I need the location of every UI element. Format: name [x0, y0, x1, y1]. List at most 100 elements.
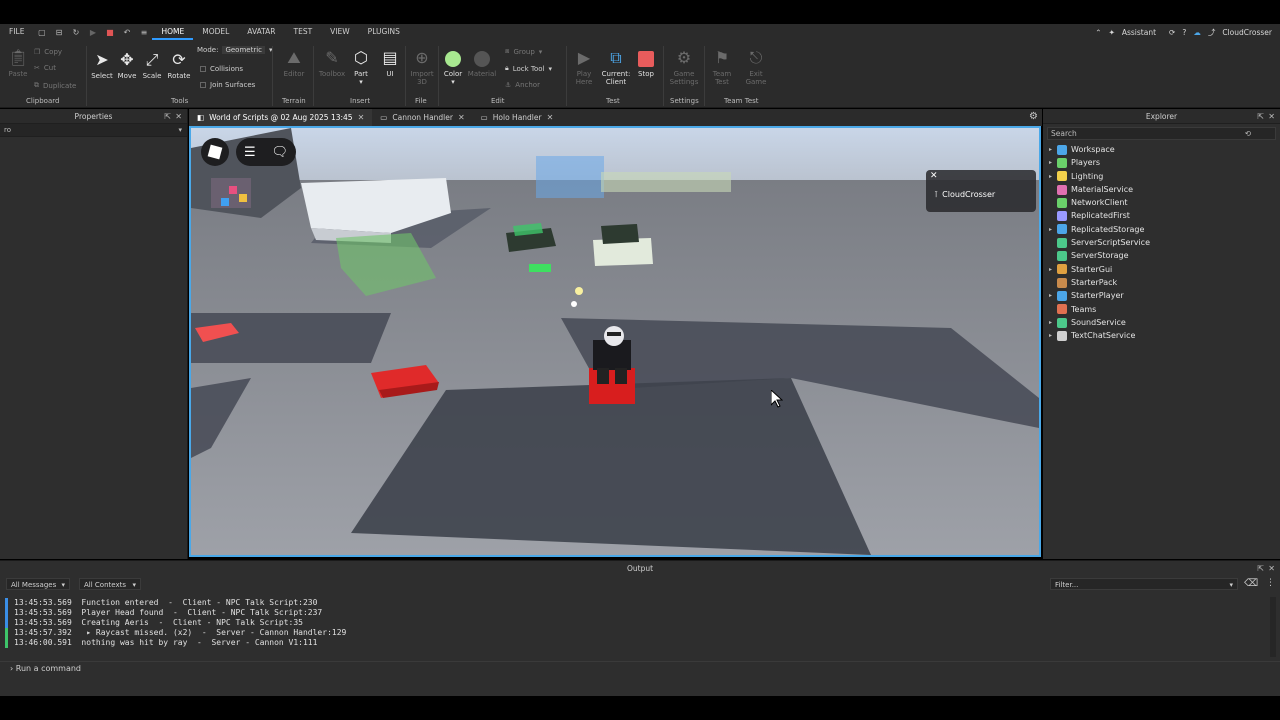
select-tool-button[interactable]: ➤ Select	[90, 50, 114, 80]
roblox-menu-button[interactable]	[201, 138, 229, 166]
anchor-button[interactable]: ⚓︎ Anchor	[505, 81, 540, 89]
close-icon[interactable]: ✕	[175, 109, 182, 124]
help-icon[interactable]: ?	[1182, 28, 1186, 37]
part-button[interactable]: ⬡ Part ▾	[349, 48, 373, 86]
close-icon[interactable]: ✕	[930, 171, 938, 181]
explorer-search-input[interactable]: Search ⟲ ⋮	[1047, 127, 1280, 140]
cloud-icon[interactable]: ☁	[1193, 28, 1201, 37]
undock-icon[interactable]: ⇱	[164, 109, 171, 124]
chevron-down-icon[interactable]: ▾	[178, 124, 182, 137]
close-icon[interactable]: ✕	[547, 109, 554, 126]
more-options-icon[interactable]: ⋮	[1266, 578, 1275, 588]
explorer-item-textchatservice[interactable]: ▸ TextChatService	[1043, 329, 1280, 342]
explorer-item-workspace[interactable]: ▸ Workspace	[1043, 143, 1280, 156]
close-icon[interactable]: ✕	[1268, 561, 1275, 576]
tab-view[interactable]: VIEW	[321, 24, 359, 40]
explorer-item-replicatedstorage[interactable]: ▸ ReplicatedStorage	[1043, 223, 1280, 236]
undo-icon[interactable]: ↶	[122, 28, 131, 37]
log-line[interactable]: 13:45:53.569 Player Head found - Client …	[14, 608, 322, 617]
play-icon[interactable]: ▶	[88, 28, 97, 37]
group-button[interactable]: ⧈ Group ▾	[505, 47, 542, 56]
file-menu[interactable]: FILE	[0, 24, 33, 40]
player-name[interactable]: CloudCrosser	[942, 190, 995, 199]
explorer-item-soundservice[interactable]: ▸ SoundService	[1043, 316, 1280, 329]
output-filter-input[interactable]: Filter... ▾	[1050, 578, 1238, 590]
expand-arrow-icon[interactable]: ▸	[1049, 329, 1057, 342]
tab-test[interactable]: TEST	[285, 24, 322, 40]
expand-arrow-icon[interactable]: ▸	[1049, 156, 1057, 169]
import-3d-button[interactable]: ⊕ Import 3D	[408, 48, 436, 86]
move-tool-button[interactable]: ✥ Move	[115, 50, 139, 80]
properties-filter-input[interactable]: ro ▾	[0, 124, 187, 137]
rotate-tool-button[interactable]: ⟳ Rotate	[166, 50, 192, 80]
explorer-item-materialservice[interactable]: MaterialService	[1043, 183, 1280, 196]
tab-plugins[interactable]: PLUGINS	[359, 24, 409, 40]
explorer-item-replicatedfirst[interactable]: ReplicatedFirst	[1043, 209, 1280, 222]
expand-arrow-icon[interactable]: ▸	[1049, 223, 1057, 236]
join-surfaces-toggle[interactable]: Join Surfaces	[200, 81, 255, 89]
contexts-filter-dropdown[interactable]: All Contexts ▾	[79, 578, 141, 590]
ui-button[interactable]: ▤ UI	[378, 48, 402, 78]
hamburger-menu-icon[interactable]: ☰	[244, 145, 256, 160]
assistant-button[interactable]: Assistant	[1122, 28, 1156, 37]
explorer-item-starterpack[interactable]: StarterPack	[1043, 276, 1280, 289]
undock-icon[interactable]: ⇱	[1257, 109, 1264, 124]
game-settings-button[interactable]: ⚙ Game Settings	[668, 48, 700, 86]
explorer-item-startergui[interactable]: ▸ StarterGui	[1043, 263, 1280, 276]
tab-avatar[interactable]: AVATAR	[238, 24, 284, 40]
duplicate-button[interactable]: ⧉ Duplicate	[34, 81, 76, 90]
3d-viewport[interactable]: ☰ 🗨︎ ✕ ⊺ CloudCrosser	[189, 126, 1041, 557]
explorer-item-networkclient[interactable]: NetworkClient	[1043, 196, 1280, 209]
share-icon[interactable]: ⤴	[1208, 27, 1216, 38]
tab-model[interactable]: MODEL	[193, 24, 238, 40]
quick-access-menu-icon[interactable]: ≡	[139, 28, 148, 37]
exit-game-button[interactable]: ⎋ Exit Game	[742, 48, 770, 86]
close-icon[interactable]: ✕	[458, 109, 465, 126]
chat-icon[interactable]: 🗨︎	[272, 145, 289, 160]
new-file-icon[interactable]: ▢	[37, 28, 46, 37]
close-icon[interactable]: ✕	[1268, 109, 1275, 124]
expand-arrow-icon[interactable]: ▸	[1049, 316, 1057, 329]
stop-icon[interactable]: ■	[105, 28, 114, 37]
lock-tool-button[interactable]: 🔒︎ Lock Tool ▾	[505, 64, 552, 73]
collapse-ribbon-icon[interactable]: ⌃	[1095, 28, 1101, 37]
current-client-button[interactable]: ⧉ Current: Client	[600, 48, 632, 86]
explorer-item-starterplayer[interactable]: ▸ StarterPlayer	[1043, 289, 1280, 302]
explorer-item-serverstorage[interactable]: ServerStorage	[1043, 249, 1280, 262]
color-button[interactable]: Color ▾	[441, 48, 465, 86]
history-icon[interactable]: ⟲	[1245, 128, 1251, 139]
team-test-button[interactable]: ⚑ Team Test	[708, 48, 736, 86]
clear-output-icon[interactable]: ⌫	[1244, 578, 1258, 589]
tab-holo-handler[interactable]: ▭ Holo Handler ✕	[473, 109, 562, 126]
log-line[interactable]: 13:46:00.591 nothing was hit by ray - Se…	[14, 638, 317, 647]
explorer-item-teams[interactable]: Teams	[1043, 303, 1280, 316]
log-line[interactable]: 13:45:53.569 Function entered - Client -…	[14, 598, 317, 607]
explorer-item-serverscriptservice[interactable]: ServerScriptService	[1043, 236, 1280, 249]
tab-home[interactable]: HOME	[152, 24, 194, 40]
expand-arrow-icon[interactable]: ▸	[1049, 263, 1057, 276]
save-icon[interactable]: ⊟	[54, 28, 63, 37]
mode-value[interactable]: Geometric	[222, 46, 265, 54]
username[interactable]: CloudCrosser	[1222, 28, 1272, 37]
close-icon[interactable]: ✕	[358, 109, 365, 126]
tab-world-of-scripts[interactable]: ◧ World of Scripts @ 02 Aug 2025 13:45 ✕	[189, 109, 373, 126]
collisions-toggle[interactable]: Collisions	[200, 65, 243, 73]
messages-filter-dropdown[interactable]: All Messages ▾	[6, 578, 70, 590]
explorer-item-players[interactable]: ▸ Players	[1043, 156, 1280, 169]
terrain-editor-button[interactable]: ⛰ Editor	[280, 48, 308, 78]
toolbox-button[interactable]: ✎ Toolbox	[317, 48, 347, 78]
command-bar-input[interactable]: › Run a command	[0, 661, 1280, 675]
viewport-settings-icon[interactable]: ⚙	[1029, 111, 1038, 122]
notifications-icon[interactable]: ⟳	[1169, 28, 1175, 37]
undock-icon[interactable]: ⇱	[1257, 561, 1264, 576]
mode-selector[interactable]: Mode: Geometric ▾	[197, 46, 273, 54]
cut-button[interactable]: ✂ Cut	[34, 64, 56, 72]
stop-button[interactable]: Stop	[634, 48, 658, 78]
expand-arrow-icon[interactable]: ▸	[1049, 289, 1057, 302]
tab-cannon-handler[interactable]: ▭ Cannon Handler ✕	[372, 109, 472, 126]
copy-button[interactable]: ❐ Copy	[34, 48, 62, 56]
log-line[interactable]: 13:45:57.392 ▸ Raycast missed. (x2) - Se…	[14, 628, 346, 637]
expand-arrow-icon[interactable]: ▸	[1049, 170, 1057, 183]
play-here-button[interactable]: ▶ Play Here	[570, 48, 598, 86]
paste-button[interactable]: 📋︎ Paste	[6, 48, 30, 78]
